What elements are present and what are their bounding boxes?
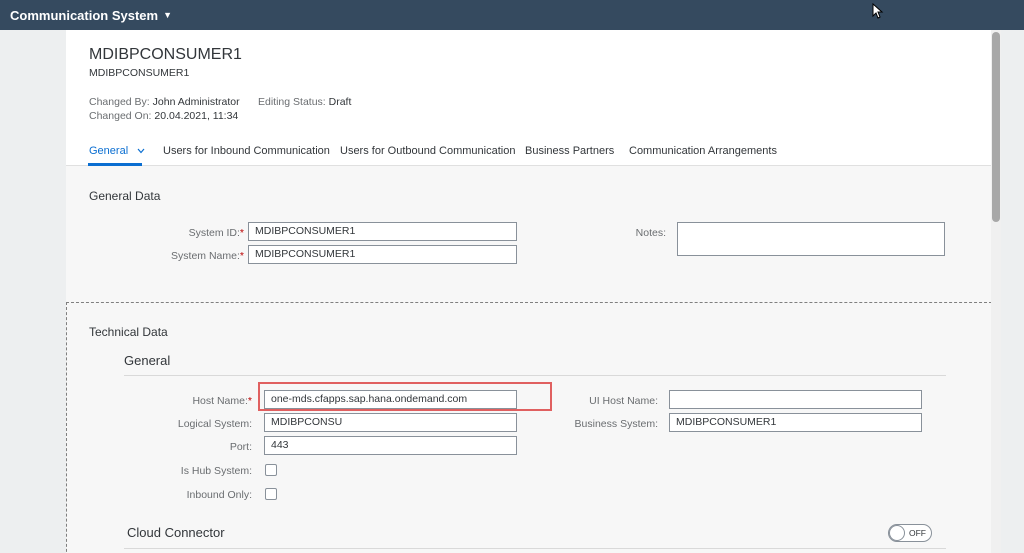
required-asterisk: * xyxy=(239,250,244,262)
host-name-label-text: Host Name: xyxy=(192,395,248,407)
changed-by-label: Changed By: xyxy=(89,96,150,108)
notes-textarea[interactable] xyxy=(677,222,945,256)
general-subtitle: General xyxy=(124,353,171,368)
changed-on-value: 20.04.2021, 11:34 xyxy=(154,110,239,122)
page-subtitle: MDIBPCONSUMER1 xyxy=(89,67,190,79)
port-input[interactable]: 443 xyxy=(264,436,517,455)
system-name-input[interactable]: MDIBPCONSUMER1 xyxy=(248,245,517,264)
cloud-connector-toggle[interactable]: OFF xyxy=(888,524,932,542)
changed-on-label: Changed On: xyxy=(89,110,152,122)
changed-on: Changed On: 20.04.2021, 11:34 xyxy=(89,110,238,122)
is-hub-label: Is Hub System: xyxy=(180,465,252,477)
inbound-only-label: Inbound Only: xyxy=(186,489,252,501)
divider xyxy=(124,548,946,549)
inbound-only-checkbox[interactable] xyxy=(265,488,277,500)
changed-by: Changed By: John Administrator xyxy=(89,96,240,108)
tab-outbound-users[interactable]: Users for Outbound Communication xyxy=(340,145,515,157)
technical-data-title: Technical Data xyxy=(89,325,168,339)
toggle-knob xyxy=(889,525,905,541)
page-title: MDIBPCONSUMER1 xyxy=(89,46,242,63)
vertical-scrollbar[interactable] xyxy=(991,30,1001,553)
tab-general-label: General xyxy=(89,145,129,157)
editing-status-value: Draft xyxy=(328,96,352,108)
host-name-label: Host Name:* xyxy=(136,395,252,407)
logical-system-input[interactable]: MDIBPCONSU xyxy=(264,413,517,432)
object-page: MDIBPCONSUMER1 MDIBPCONSUMER1 Changed By… xyxy=(66,30,992,553)
system-id-input[interactable]: MDIBPCONSUMER1 xyxy=(248,222,517,241)
editing-status: Editing Status: Draft xyxy=(258,96,351,108)
system-id-label-text: System ID: xyxy=(188,227,240,239)
cloud-connector-title: Cloud Connector xyxy=(127,525,225,540)
host-name-input[interactable]: one-mds.cfapps.sap.hana.ondemand.com xyxy=(264,390,517,409)
tab-business-partners[interactable]: Business Partners xyxy=(525,145,614,157)
notes-label: Notes: xyxy=(635,227,666,239)
shell-bar: Communication System ▼ xyxy=(0,0,1024,30)
caret-down-icon[interactable]: ▼ xyxy=(163,10,172,20)
system-name-label-text: System Name: xyxy=(171,250,240,262)
system-name-label: System Name:* xyxy=(126,250,244,262)
required-asterisk: * xyxy=(247,395,252,407)
required-asterisk: * xyxy=(239,227,244,239)
business-system-label: Business System: xyxy=(574,418,658,430)
app-title[interactable]: Communication System xyxy=(10,8,158,23)
port-label: Port: xyxy=(229,441,252,453)
mouse-cursor-icon xyxy=(872,3,884,19)
divider xyxy=(124,375,946,376)
chevron-down-icon[interactable] xyxy=(137,148,145,154)
toggle-state: OFF xyxy=(909,528,926,538)
ui-host-name-label: UI Host Name: xyxy=(589,395,658,407)
tab-active-indicator xyxy=(88,163,142,166)
scrollbar-thumb[interactable] xyxy=(992,32,1000,222)
tab-communication-arrangements[interactable]: Communication Arrangements xyxy=(629,145,777,157)
logical-system-label: Logical System: xyxy=(177,418,252,430)
tab-general[interactable]: General xyxy=(89,145,145,157)
editing-status-label: Editing Status: xyxy=(258,96,326,108)
general-data-title: General Data xyxy=(89,189,161,203)
ui-host-name-input[interactable] xyxy=(669,390,922,409)
tab-bar: General Users for Inbound Communication … xyxy=(66,134,992,166)
is-hub-checkbox[interactable] xyxy=(265,464,277,476)
business-system-input[interactable]: MDIBPCONSUMER1 xyxy=(669,413,922,432)
changed-by-value: John Administrator xyxy=(152,96,240,108)
system-id-label: System ID:* xyxy=(126,227,244,239)
tab-inbound-users[interactable]: Users for Inbound Communication xyxy=(163,145,330,157)
